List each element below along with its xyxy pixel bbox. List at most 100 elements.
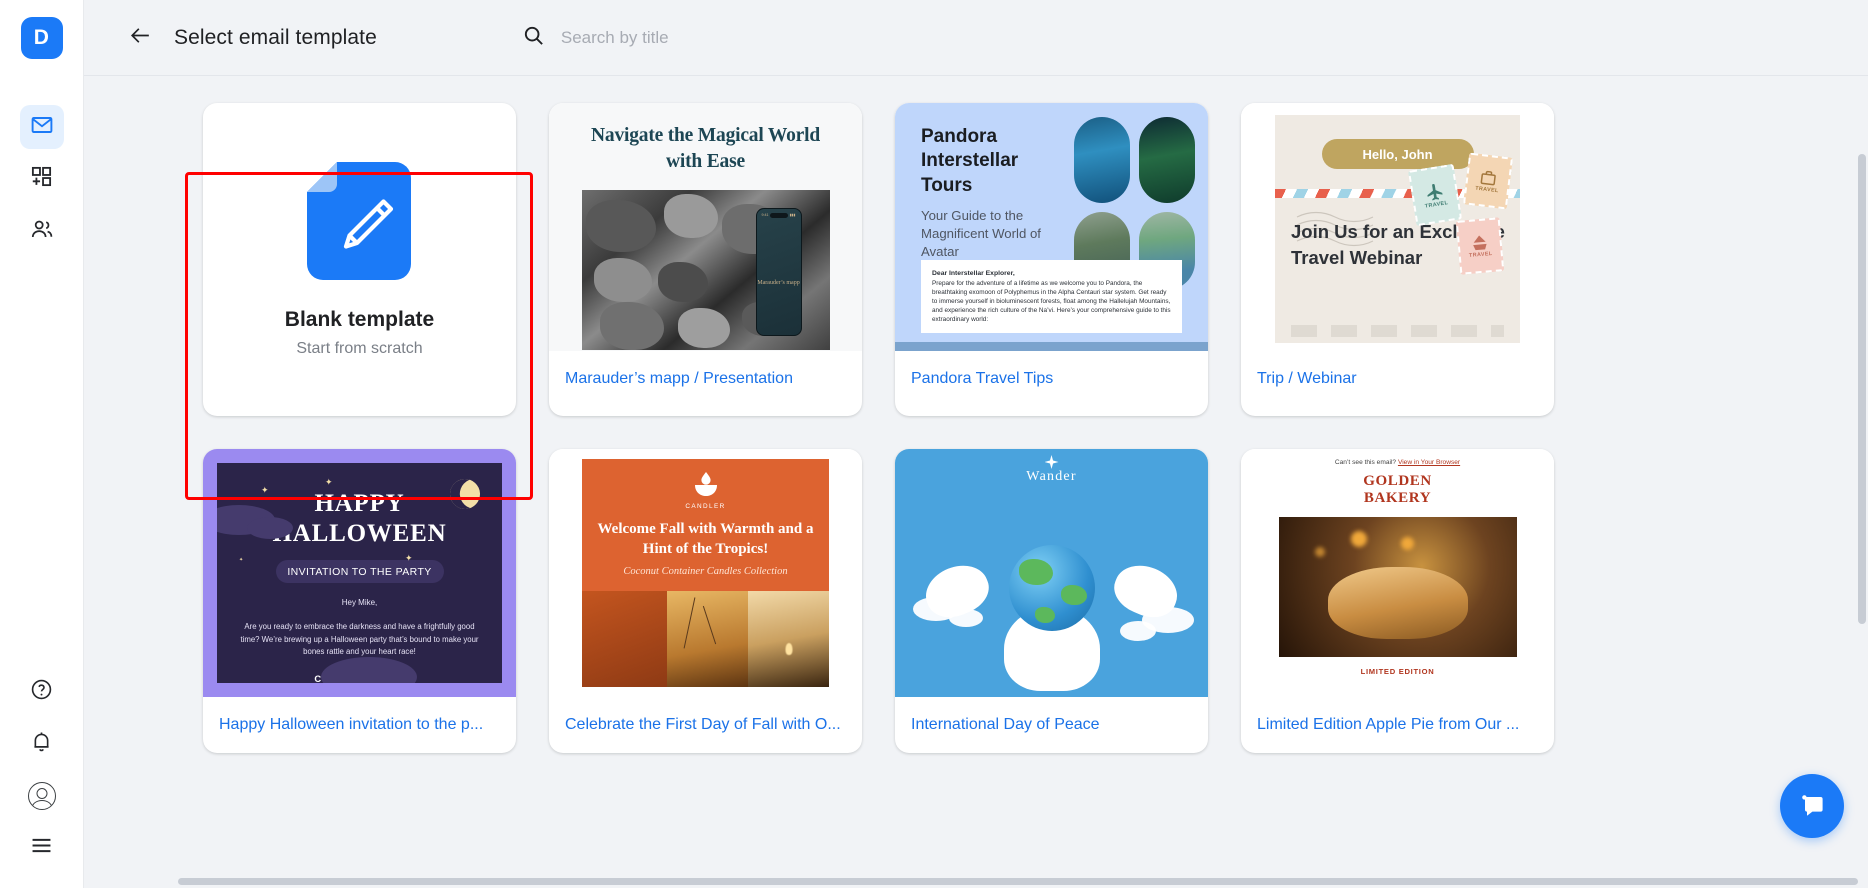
letter-salutation: Dear Interstellar Explorer, (932, 269, 1015, 277)
pandora-preview: Pandora Interstellar Tours Your Guide to… (895, 103, 1208, 351)
template-caption-text: Happy Halloween invitation to the p... (219, 716, 484, 733)
rail-bottom (0, 670, 83, 888)
horizontal-scrollbar[interactable] (168, 875, 1868, 888)
chat-bubble-icon (1797, 789, 1827, 824)
template-thumbnail: CANDLER Welcome Fall with Warmth and a H… (549, 449, 862, 697)
preheader-text: Can’t see this email? (1334, 459, 1397, 466)
template-caption-text: Marauder’s mapp / Presentation (565, 370, 793, 387)
preview-heading: Pandora Interstellar Tours (921, 126, 1019, 196)
preview-photo (582, 590, 829, 687)
template-grid: Blank template Start from scratch Naviga… (84, 76, 1868, 753)
template-caption-text: Trip / Webinar (1257, 370, 1357, 387)
view-in-browser-link[interactable]: View in Your Browser (1398, 459, 1460, 466)
star-icon (1044, 455, 1059, 469)
question-circle-icon (30, 678, 53, 706)
preview-subheading: Your Guide to the Magnificent World of A… (921, 207, 1041, 260)
template-caption[interactable]: Celebrate the First Day of Fall with O..… (549, 697, 862, 753)
template-card-pandora[interactable]: Pandora Interstellar Tours Your Guide to… (895, 103, 1208, 416)
people-icon (30, 217, 54, 246)
hamburger-icon (29, 833, 54, 863)
chat-button[interactable] (1780, 774, 1844, 838)
sidebar-item-menu[interactable] (20, 826, 64, 870)
template-thumbnail: Hello, John Join Us for an Exclusive Tra… (1241, 103, 1554, 351)
search-icon (522, 24, 545, 52)
page-title: Select email template (174, 25, 377, 49)
phone-label: Marauder’s mapp (757, 280, 800, 287)
sidebar-item-notifications[interactable] (20, 722, 64, 766)
arrow-left-icon (128, 23, 153, 53)
blank-template-subtitle: Start from scratch (296, 339, 423, 357)
globe-icon (1008, 545, 1095, 631)
stamp-boat: TRAVEL (1455, 217, 1505, 275)
sidebar-item-modules[interactable] (20, 157, 64, 201)
preview-photo (1278, 516, 1517, 657)
preview-body: Are you ready to embrace the darkness an… (240, 621, 479, 657)
marauders-preview: Navigate the Magical World with Ease 9:4… (549, 103, 862, 351)
envelope-icon (30, 113, 54, 142)
vertical-scrollbar[interactable] (1858, 154, 1866, 874)
template-card-blank[interactable]: Blank template Start from scratch (203, 103, 516, 416)
phone-status-right: ▮▮▮ (789, 213, 796, 218)
template-thumbnail: Can’t see this email? View in Your Brows… (1241, 449, 1554, 697)
grid-plus-icon (30, 165, 53, 193)
stamp-plane: TRAVEL (1407, 163, 1463, 227)
sidebar-item-help[interactable] (20, 670, 64, 714)
preview-image (1074, 117, 1130, 203)
peace-preview: Wander (895, 449, 1208, 697)
template-caption[interactable]: Trip / Webinar (1241, 351, 1554, 407)
template-card-peace[interactable]: Wander International Day of Peace (895, 449, 1208, 753)
stamp-bag: TRAVEL (1462, 152, 1514, 210)
template-thumbnail: ✦ ✦ ✦ ✦ HAPPY HALLOWEEN INVITATION TO TH… (203, 449, 516, 697)
template-thumbnail: Pandora Interstellar Tours Your Guide to… (895, 103, 1208, 351)
pie-image (1327, 566, 1468, 639)
phone-mockup: 9:41 ▮▮▮ Marauder’s mapp (755, 208, 802, 337)
bell-icon (30, 730, 53, 758)
brand-line2: BAKERY (1363, 490, 1432, 507)
sidebar-item-account[interactable] (20, 774, 64, 818)
template-card-bakery[interactable]: Can’t see this email? View in Your Brows… (1241, 449, 1554, 753)
template-caption-text: Limited Edition Apple Pie from Our ... (1257, 716, 1520, 733)
preview-heading: Welcome Fall with Warmth and a Hint of t… (597, 521, 814, 558)
halloween-preview: ✦ ✦ ✦ ✦ HAPPY HALLOWEEN INVITATION TO TH… (203, 449, 516, 697)
preview-heading: Navigate the Magical World with Ease (591, 125, 820, 172)
brand-label: Wander (1026, 469, 1077, 484)
preview-photo: 9:41 ▮▮▮ Marauder’s mapp (581, 190, 830, 351)
template-caption[interactable]: Limited Edition Apple Pie from Our ... (1241, 697, 1554, 753)
invitation-badge: INVITATION TO THE PARTY (275, 560, 444, 583)
template-card-marauders[interactable]: Navigate the Magical World with Ease 9:4… (549, 103, 862, 416)
back-button[interactable] (120, 18, 160, 58)
template-thumbnail: Wander (895, 449, 1208, 697)
phone-status-left: 9:41 (761, 213, 769, 218)
template-card-halloween[interactable]: ✦ ✦ ✦ ✦ HAPPY HALLOWEEN INVITATION TO TH… (203, 449, 516, 753)
template-caption[interactable]: Pandora Travel Tips (895, 351, 1208, 407)
letter-body: Prepare for the adventure of a lifetime … (932, 279, 1171, 323)
left-rail: D (0, 0, 84, 888)
app-root: D Select email template Search by title … (0, 0, 1868, 888)
preview-heading-line1: HAPPY (314, 490, 405, 517)
user-avatar-icon (27, 782, 56, 810)
search-box[interactable] (522, 24, 981, 52)
blank-template-content: Blank template Start from scratch (285, 103, 434, 416)
preview-footer-bar (895, 342, 1208, 351)
sidebar-item-audience[interactable] (20, 209, 64, 253)
sidebar-item-campaigns[interactable] (19, 105, 64, 149)
template-scroll-area: Blank template Start from scratch Naviga… (84, 76, 1868, 888)
template-caption[interactable]: Marauder’s mapp / Presentation (549, 351, 862, 407)
preview-letter: Dear Interstellar Explorer, Prepare for … (921, 259, 1182, 333)
rail-nav (19, 105, 64, 253)
trip-preview: Hello, John Join Us for an Exclusive Tra… (1241, 103, 1554, 351)
template-caption[interactable]: Happy Halloween invitation to the p... (203, 697, 516, 753)
search-input[interactable] (560, 27, 981, 48)
template-caption[interactable]: International Day of Peace (895, 697, 1208, 753)
template-card-trip[interactable]: Hello, John Join Us for an Exclusive Tra… (1241, 103, 1554, 416)
template-card-candle[interactable]: CANDLER Welcome Fall with Warmth and a H… (549, 449, 862, 753)
bakery-preview: Can’t see this email? View in Your Brows… (1241, 449, 1554, 697)
preview-footer-dashes (1291, 325, 1504, 337)
template-caption-text: International Day of Peace (911, 716, 1100, 733)
stamp-label: TRAVEL (1468, 250, 1493, 259)
preview-greeting: Hey Mike, (341, 598, 378, 607)
brand-line1: GOLDEN (1363, 473, 1432, 489)
brand-logo[interactable]: D (20, 17, 63, 59)
preview-image (1139, 117, 1195, 203)
preview-heading-line2: HALLOWEEN (272, 519, 447, 547)
